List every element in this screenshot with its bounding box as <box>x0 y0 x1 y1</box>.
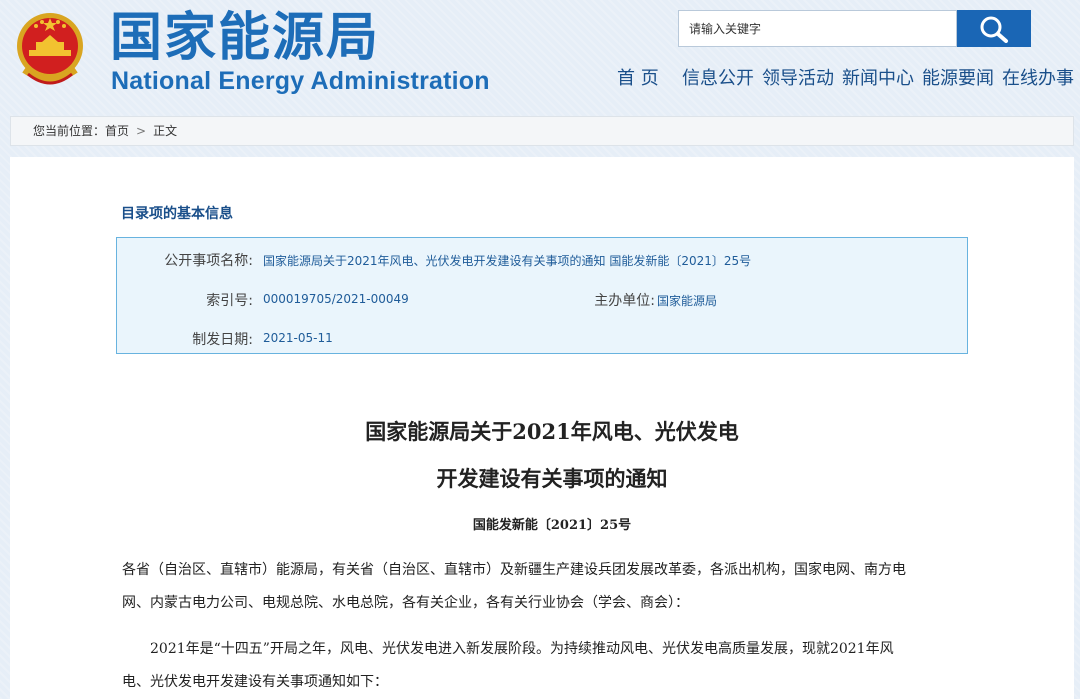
nav-news-center[interactable]: 新闻中心 <box>842 66 914 92</box>
site-header: 国家能源局 National Energy Administration 首 页… <box>0 0 1080 112</box>
breadcrumb: 您当前位置：首页 > 正文 <box>10 116 1074 146</box>
paragraph-recipients: 各省（自治区、直辖市）能源局，有关省（自治区、直辖市）及新疆生产建设兵团发展改革… <box>122 554 962 620</box>
document-number: 国能发新能〔2021〕25号 <box>472 518 632 533</box>
info-section-title: 目录项的基本信息 <box>121 206 233 222</box>
document-title-line1: 国家能源局关于2021年风电、光伏发电 <box>365 419 739 444</box>
nav-info-disclosure[interactable]: 信息公开 <box>682 66 754 92</box>
national-emblem-icon <box>17 13 83 85</box>
paragraph-line: 2021年是“十四五”开局之年，风电、光伏发电进入新发展阶段。为持续推动风电、光… <box>150 641 894 657</box>
nav-home[interactable]: 首 页 <box>617 66 659 92</box>
site-logo-chinese[interactable]: 国家能源局 <box>110 8 380 68</box>
info-label-date: 制发日期: <box>192 332 253 348</box>
nav-leadership-activities[interactable]: 领导活动 <box>762 66 834 92</box>
paragraph-line: 电、光伏发电开发建设有关事项通知如下： <box>122 674 388 690</box>
info-label-org: 主办单位: <box>594 293 655 309</box>
paragraph-line: 各省（自治区、直辖市）能源局，有关省（自治区、直辖市）及新疆生产建设兵团发展改革… <box>122 562 906 578</box>
main-content: 目录项的基本信息 公开事项名称: 国家能源局关于2021年风电、光伏发电开发建设… <box>10 157 1074 699</box>
paragraph-intro: 2021年是“十四五”开局之年，风电、光伏发电进入新发展阶段。为持续推动风电、光… <box>122 633 962 699</box>
breadcrumb-separator: > <box>136 124 147 138</box>
breadcrumb-prefix: 您当前位置： <box>33 124 106 138</box>
search-button[interactable] <box>957 10 1031 47</box>
site-logo-english[interactable]: National Energy Administration <box>111 66 490 96</box>
info-label-index: 索引号: <box>206 293 253 309</box>
nav-online-services[interactable]: 在线办事 <box>1002 66 1074 92</box>
info-value-index: 000019705/2021-00049 <box>263 292 409 306</box>
paragraph-line: 网、内蒙古电力公司、电规总院、水电总院，各有关企业，各有关行业协会（学会、商会）… <box>122 595 689 611</box>
info-value-name: 国家能源局关于2021年风电、光伏发电开发建设有关事项的通知 国能发新能〔202… <box>263 254 752 268</box>
breadcrumb-home-link[interactable]: 首页 <box>105 117 129 145</box>
info-value-date: 2021-05-11 <box>263 331 333 345</box>
main-nav: 首 页 信息公开 领导活动 新闻中心 能源要闻 在线办事 <box>560 66 1080 92</box>
info-value-org: 国家能源局 <box>657 294 718 308</box>
document-title-line2: 开发建设有关事项的通知 <box>436 466 668 491</box>
info-table: 公开事项名称: 国家能源局关于2021年风电、光伏发电开发建设有关事项的通知 国… <box>116 237 968 354</box>
search-input[interactable] <box>678 10 957 47</box>
breadcrumb-current: 正文 <box>153 124 178 138</box>
magnifier-icon <box>980 16 1008 43</box>
nav-energy-news[interactable]: 能源要闻 <box>922 66 994 92</box>
info-label-name: 公开事项名称: <box>164 253 253 269</box>
